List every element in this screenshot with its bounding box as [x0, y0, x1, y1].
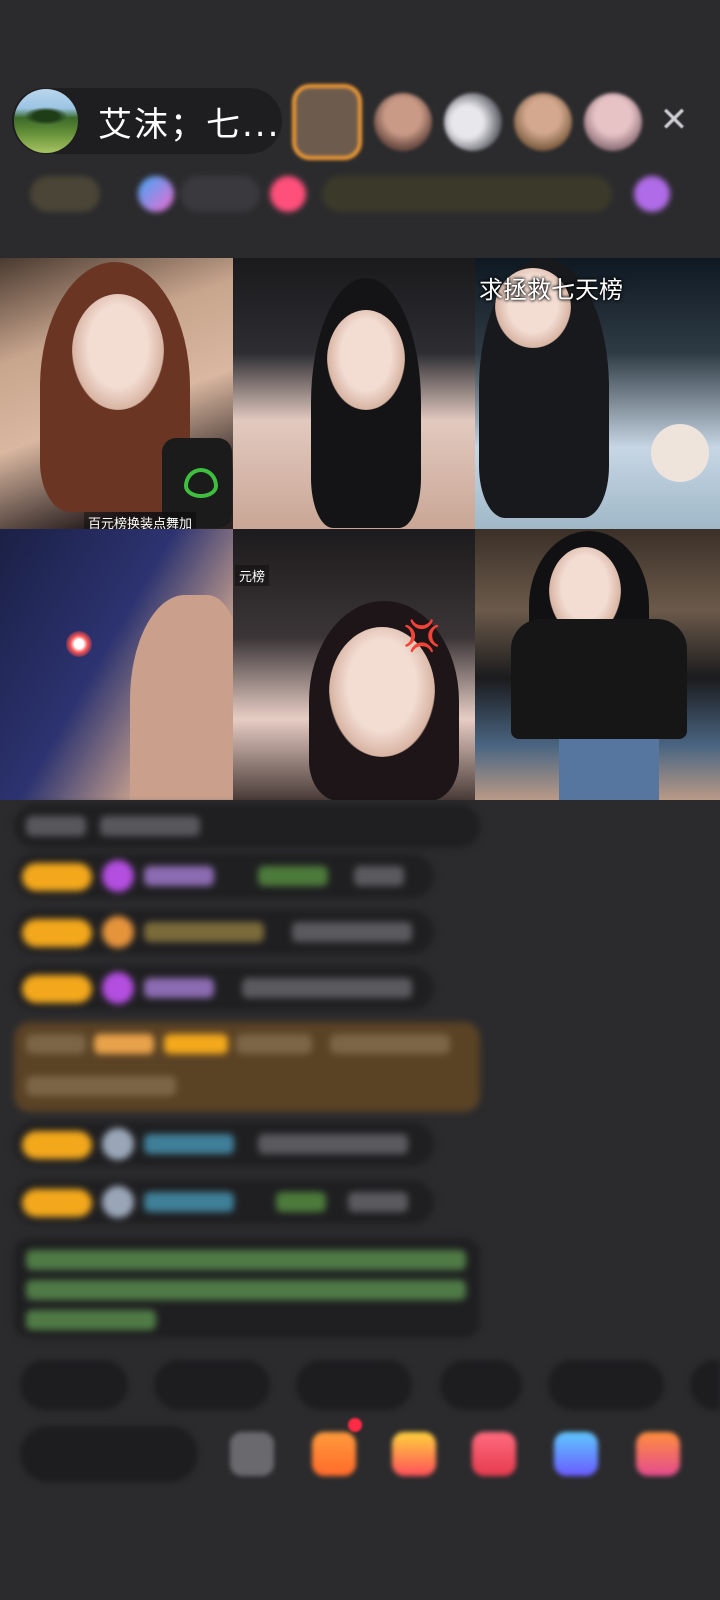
fan-badge — [22, 919, 92, 947]
fan-badge — [22, 863, 92, 891]
chat-message[interactable] — [14, 1122, 434, 1166]
more-icon[interactable] — [634, 176, 670, 212]
system-notice — [14, 1238, 480, 1338]
quick-reply-chip[interactable] — [20, 1360, 128, 1410]
stream-tile[interactable] — [475, 529, 720, 800]
fan-badge — [22, 975, 92, 1003]
chat-message[interactable] — [14, 1180, 434, 1224]
chat-message[interactable] — [14, 910, 434, 954]
stream-tile[interactable]: 求拯救七天榜 — [475, 258, 720, 529]
quick-reply-chip[interactable] — [548, 1360, 664, 1410]
diamond-icon — [102, 860, 134, 892]
level-icon — [102, 916, 134, 948]
fan-club-icon[interactable] — [472, 1432, 516, 1476]
gift-message[interactable] — [14, 1022, 480, 1112]
quick-reply-chip[interactable] — [154, 1360, 270, 1410]
stream-title: 求拯救七天榜 — [479, 276, 623, 304]
notification-dot — [348, 1418, 362, 1432]
stream-shorts — [559, 739, 659, 800]
quick-reply-chip[interactable] — [296, 1360, 412, 1410]
stream-face — [327, 310, 405, 410]
user-icon — [102, 1128, 134, 1160]
stream-tile[interactable] — [0, 529, 233, 800]
stream-tile[interactable]: 百元榜换装点舞加 — [0, 258, 233, 529]
close-icon[interactable]: ✕ — [652, 98, 696, 142]
lamp — [651, 424, 709, 482]
stream-tile[interactable]: 💢 元榜 — [233, 529, 475, 800]
hot-icon[interactable] — [270, 176, 306, 212]
chat-message[interactable] — [14, 804, 480, 848]
stream-label: 百元榜换装点舞加 — [84, 512, 197, 529]
stream-tile[interactable] — [233, 258, 475, 529]
host-name: 艾沫；七... — [98, 104, 281, 145]
more-icon[interactable] — [636, 1432, 680, 1476]
fans-icon[interactable] — [138, 176, 174, 212]
task-icon[interactable] — [312, 1432, 356, 1476]
viewer-avatar[interactable] — [584, 93, 642, 151]
stream-grid: 百元榜换装点舞加 求拯救七天榜 💢 元榜 — [0, 258, 720, 800]
stream-label: 元榜 — [235, 565, 270, 586]
top-viewers — [292, 84, 654, 160]
viewer-avatar[interactable] — [514, 93, 572, 151]
quick-reply-chip[interactable] — [690, 1360, 720, 1410]
fan-badge — [22, 1189, 92, 1217]
host-info[interactable]: 艾沫；七... — [12, 88, 282, 154]
emoji-icon[interactable] — [230, 1432, 274, 1476]
stream-person — [130, 595, 233, 800]
anger-sticker-icon: 💢 — [403, 619, 441, 654]
red-light — [66, 631, 92, 657]
viewer-avatar[interactable] — [292, 84, 362, 160]
room-info-strip — [14, 168, 690, 220]
rank-chip[interactable] — [30, 176, 100, 212]
activity-chip[interactable] — [322, 176, 612, 212]
comment-input[interactable] — [20, 1426, 198, 1482]
diamond-icon — [102, 972, 134, 1004]
gift-icon[interactable] — [392, 1432, 436, 1476]
share-icon[interactable] — [554, 1432, 598, 1476]
stream-face — [72, 294, 164, 410]
stream-clothes — [511, 619, 687, 739]
chat-message[interactable] — [14, 966, 434, 1010]
viewer-avatar[interactable] — [444, 93, 502, 151]
mic-logo-icon — [184, 468, 218, 498]
fan-badge — [22, 1131, 92, 1159]
viewer-avatar[interactable] — [374, 93, 432, 151]
host-avatar[interactable] — [14, 89, 78, 153]
chat-message[interactable] — [14, 854, 434, 898]
quick-reply-chip[interactable] — [440, 1360, 522, 1410]
user-icon — [102, 1186, 134, 1218]
fans-chip[interactable] — [180, 176, 260, 212]
